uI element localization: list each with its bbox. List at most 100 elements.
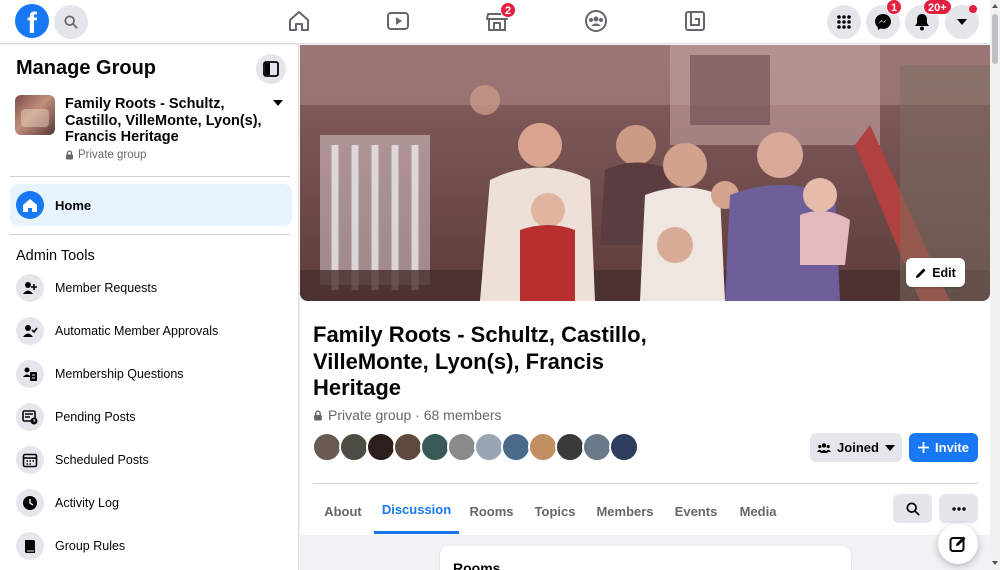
messenger-icon bbox=[875, 14, 891, 30]
group-meta: Private group · 68 members bbox=[313, 407, 502, 423]
manage-group-sidebar: Manage Group Family Roots - Schultz, Cas… bbox=[0, 45, 299, 570]
sidebar-item-scheduled-posts[interactable]: Scheduled Posts bbox=[16, 444, 286, 476]
new-message-button[interactable] bbox=[938, 524, 978, 564]
sidebar-item-label: Automatic Member Approvals bbox=[55, 324, 219, 338]
messenger-badge: 1 bbox=[886, 0, 903, 15]
book-icon bbox=[16, 532, 44, 560]
sidebar-divider bbox=[10, 176, 290, 177]
tabs-divider bbox=[313, 483, 978, 484]
lock-icon bbox=[66, 150, 73, 160]
gaming-icon bbox=[685, 11, 705, 31]
sidebar-group-name[interactable]: Family Roots - Schultz, Castillo, VilleM… bbox=[65, 96, 270, 146]
avatar[interactable] bbox=[609, 432, 639, 462]
marketplace-badge: 2 bbox=[500, 2, 517, 18]
sidebar-item-member-requests[interactable]: Member Requests bbox=[16, 272, 286, 304]
avatar[interactable] bbox=[501, 432, 531, 462]
sidebar-item-activity-log[interactable]: Activity Log bbox=[16, 487, 286, 519]
sidebar-item-label: Activity Log bbox=[55, 496, 119, 510]
collapse-sidebar-button[interactable] bbox=[256, 54, 286, 84]
sidebar-item-label: Home bbox=[55, 197, 92, 213]
messenger-button[interactable]: 1 bbox=[866, 0, 903, 39]
avatar[interactable] bbox=[528, 432, 558, 462]
page-scrollbar[interactable] bbox=[990, 0, 1000, 570]
sidebar-item-pending-posts[interactable]: Pending Posts bbox=[16, 401, 286, 433]
sidebar-item-label: Group Rules bbox=[55, 539, 126, 553]
sidebar-panel-icon bbox=[263, 61, 279, 77]
bell-icon bbox=[915, 14, 929, 31]
nav-gaming-button[interactable] bbox=[682, 8, 708, 34]
joined-label: Joined bbox=[837, 440, 879, 455]
nav-groups-button[interactable] bbox=[583, 8, 609, 34]
video-icon bbox=[387, 12, 409, 30]
membership-questions-icon bbox=[16, 360, 44, 388]
sidebar-item-group-rules[interactable]: Group Rules bbox=[16, 530, 286, 562]
tab-members[interactable]: Members bbox=[590, 488, 660, 534]
group-search-button[interactable] bbox=[893, 494, 932, 523]
tab-media[interactable]: Media bbox=[730, 488, 786, 534]
avatar[interactable] bbox=[366, 432, 396, 462]
pending-posts-icon bbox=[16, 403, 44, 431]
sidebar-item-label: Scheduled Posts bbox=[55, 453, 149, 467]
people-icon bbox=[817, 442, 832, 453]
scroll-thumb[interactable] bbox=[992, 14, 998, 64]
facebook-logo[interactable]: f bbox=[15, 4, 49, 38]
more-dots-icon bbox=[951, 506, 966, 511]
avatar[interactable] bbox=[582, 432, 612, 462]
sidebar-item-label: Member Requests bbox=[55, 281, 158, 295]
sidebar-title: Manage Group bbox=[16, 57, 157, 79]
more-options-button[interactable] bbox=[939, 494, 978, 523]
member-approvals-icon bbox=[16, 317, 44, 345]
family-photo-illustration bbox=[300, 45, 990, 301]
nav-watch-button[interactable] bbox=[385, 8, 411, 34]
tab-discussion[interactable]: Discussion bbox=[374, 488, 459, 534]
pencil-icon bbox=[916, 268, 926, 278]
nav-home-button[interactable] bbox=[286, 8, 312, 34]
nav-marketplace-button[interactable]: 2 bbox=[484, 2, 517, 34]
grid-menu-icon bbox=[837, 15, 851, 29]
avatar[interactable] bbox=[447, 432, 477, 462]
avatar[interactable] bbox=[393, 432, 423, 462]
sidebar-divider bbox=[10, 234, 290, 235]
group-thumbnail[interactable] bbox=[15, 95, 55, 135]
avatar[interactable] bbox=[312, 432, 342, 462]
search-icon bbox=[905, 501, 920, 516]
scroll-up-arrow[interactable] bbox=[992, 4, 998, 8]
menu-button[interactable] bbox=[827, 5, 861, 39]
tab-events[interactable]: Events bbox=[665, 488, 727, 534]
edit-cover-button[interactable]: Edit bbox=[906, 258, 965, 287]
groups-icon bbox=[585, 10, 607, 32]
group-title[interactable]: Family Roots - Schultz, Castillo, VilleM… bbox=[313, 322, 653, 402]
rooms-card-title: Rooms bbox=[453, 560, 501, 570]
home-icon bbox=[289, 11, 309, 31]
sidebar-item-automatic-member-approvals[interactable]: Automatic Member Approvals bbox=[16, 315, 286, 347]
scroll-down-arrow[interactable] bbox=[992, 561, 998, 565]
invite-button[interactable]: Invite bbox=[909, 433, 978, 462]
notifications-button[interactable]: 20+ bbox=[905, 0, 952, 39]
avatar[interactable] bbox=[555, 432, 585, 462]
avatar[interactable] bbox=[420, 432, 450, 462]
top-navigation-bar: f 2 1 20+ bbox=[0, 0, 990, 44]
sidebar-item-home[interactable]: Home bbox=[10, 184, 292, 226]
compose-icon bbox=[949, 536, 966, 552]
tab-topics[interactable]: Topics bbox=[525, 488, 585, 534]
account-alert-dot bbox=[969, 5, 977, 13]
avatar[interactable] bbox=[474, 432, 504, 462]
caret-down-icon bbox=[957, 19, 967, 25]
joined-button[interactable]: Joined bbox=[810, 433, 902, 462]
group-meta-text: Private group · 68 members bbox=[328, 407, 502, 423]
sidebar-privacy: Private group bbox=[65, 149, 146, 161]
tab-rooms[interactable]: Rooms bbox=[463, 488, 520, 534]
home-icon bbox=[16, 191, 44, 219]
privacy-label: Private group bbox=[78, 149, 147, 161]
tab-about[interactable]: About bbox=[314, 488, 372, 534]
account-button[interactable] bbox=[945, 5, 979, 39]
admin-tools-heading: Admin Tools bbox=[16, 248, 95, 264]
lock-icon bbox=[314, 409, 322, 420]
search-button[interactable] bbox=[54, 5, 88, 39]
avatar[interactable] bbox=[339, 432, 369, 462]
cover-photo bbox=[300, 45, 990, 301]
group-switch-caret-icon[interactable] bbox=[273, 100, 283, 106]
scheduled-posts-icon bbox=[16, 446, 44, 474]
sidebar-item-membership-questions[interactable]: Membership Questions bbox=[16, 358, 286, 390]
sidebar-item-label: Pending Posts bbox=[55, 410, 136, 424]
